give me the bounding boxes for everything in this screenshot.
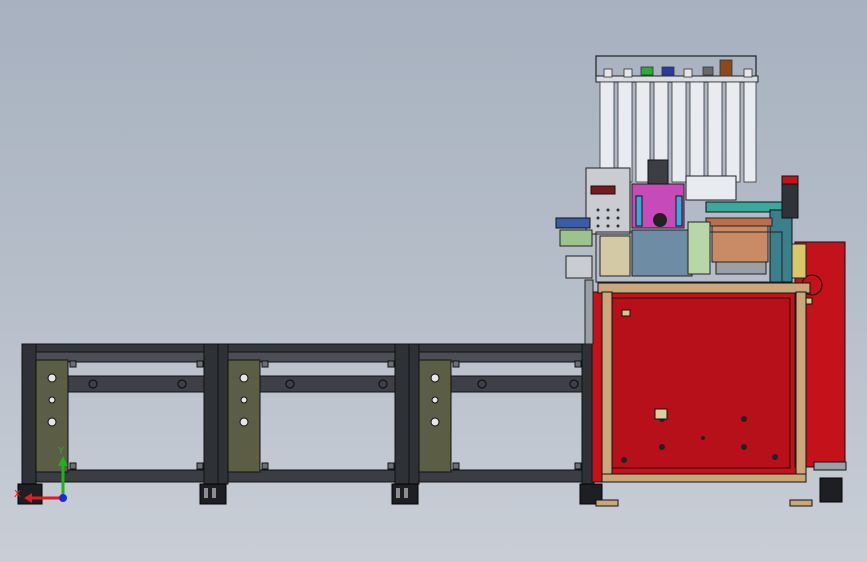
conveyor-frame[interactable]: [17, 343, 603, 505]
magazine-tower[interactable]: [595, 55, 759, 183]
z-axis-dot: [59, 494, 67, 502]
machine-assembly-model[interactable]: Y X: [0, 0, 867, 562]
cad-viewport[interactable]: Y X: [0, 0, 867, 562]
y-axis-label: Y: [57, 446, 65, 457]
x-axis-label: X: [14, 489, 21, 500]
